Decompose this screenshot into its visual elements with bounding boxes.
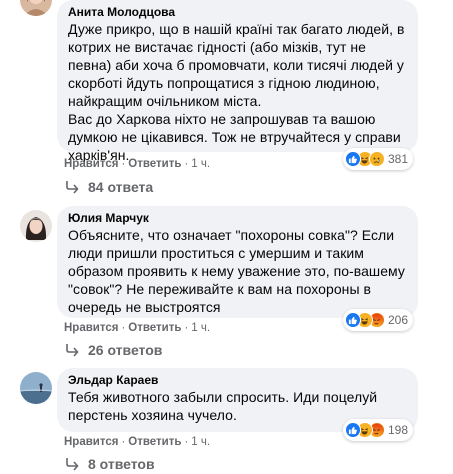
reply-link[interactable]: Ответить: [128, 322, 181, 334]
like-link[interactable]: Нравится: [64, 322, 118, 334]
comment-bubble: Анита Молодцова Дуже прикро, що в нашій …: [57, 0, 418, 163]
like-icon: [344, 312, 361, 328]
separator-dot: ·: [184, 436, 189, 448]
comment-paragraph: Дуже прикро, що в нашій країні так багат…: [68, 21, 405, 109]
comment-timestamp[interactable]: 1 ч.: [191, 158, 210, 170]
avatar[interactable]: [20, 372, 52, 404]
view-replies-link[interactable]: 84 ответа: [64, 179, 153, 195]
sad-icon: [368, 151, 385, 167]
separator-dot: ·: [121, 322, 126, 334]
reply-link[interactable]: Ответить: [128, 158, 181, 170]
reactions-summary[interactable]: 206: [342, 309, 413, 331]
comment-author[interactable]: Юлия Марчук: [68, 210, 407, 226]
comment-actions: Нравится · Ответить · 1 ч.: [64, 157, 210, 171]
like-link[interactable]: Нравится: [64, 158, 118, 170]
comment-author[interactable]: Анита Молодцова: [68, 4, 407, 20]
separator-dot: ·: [121, 158, 126, 170]
avatar[interactable]: [20, 0, 52, 16]
separator-dot: ·: [121, 436, 126, 448]
view-replies-link[interactable]: 26 ответов: [64, 342, 162, 358]
reaction-count: 381: [387, 152, 408, 166]
comment-text: Объясните, что означает "похороны совка"…: [68, 226, 407, 316]
like-icon: [344, 422, 361, 438]
reactions-summary[interactable]: 198: [342, 419, 413, 441]
separator-dot: ·: [184, 322, 189, 334]
comment-paragraph: Объясните, что означает "похороны совка"…: [68, 227, 405, 315]
reply-arrow-icon: [66, 458, 79, 471]
reactions-summary[interactable]: 381: [342, 148, 413, 170]
comment-text: Дуже прикро, що в нашій країні так багат…: [68, 20, 407, 164]
replies-count: 84 ответа: [88, 179, 154, 195]
comment-author[interactable]: Эльдар Караев: [68, 372, 407, 388]
reply-link[interactable]: Ответить: [128, 436, 181, 448]
avatar[interactable]: [20, 210, 52, 242]
like-icon: [344, 151, 361, 167]
replies-count: 8 ответов: [88, 456, 155, 472]
comment-timestamp[interactable]: 1 ч.: [191, 436, 210, 448]
like-link[interactable]: Нравится: [64, 436, 118, 448]
comment-bubble: Юлия Марчук Объясните, что означает "пох…: [57, 206, 418, 318]
comment-actions: Нравится · Ответить · 1 ч.: [64, 435, 210, 449]
reaction-count: 198: [387, 423, 408, 437]
comment-timestamp[interactable]: 1 ч.: [191, 322, 210, 334]
separator-dot: ·: [184, 158, 189, 170]
reply-arrow-icon: [66, 344, 79, 357]
reply-arrow-icon: [66, 181, 79, 194]
view-replies-link[interactable]: 8 ответов: [64, 456, 155, 472]
reaction-count: 206: [387, 313, 408, 327]
replies-count: 26 ответов: [88, 342, 163, 358]
comment-actions: Нравится · Ответить · 1 ч.: [64, 321, 210, 335]
